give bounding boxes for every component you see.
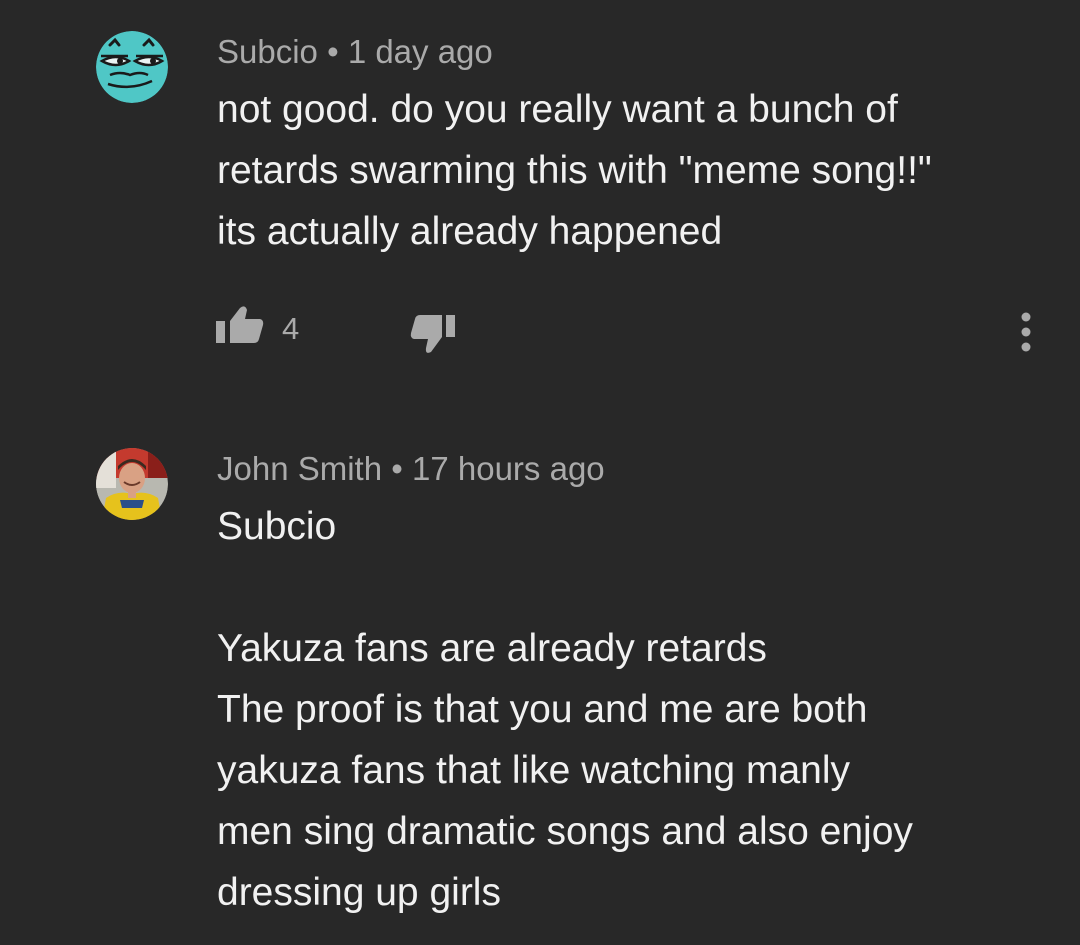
author-name[interactable]: John Smith bbox=[217, 450, 382, 487]
more-options-button[interactable] bbox=[1008, 309, 1044, 355]
cartoon-face-icon bbox=[96, 31, 168, 103]
meta-separator: • bbox=[391, 450, 403, 487]
cartoon-face-avatar[interactable] bbox=[96, 31, 168, 103]
person-photo-icon bbox=[96, 448, 168, 520]
comment-actions: 4 bbox=[0, 305, 1080, 355]
like-button[interactable] bbox=[214, 305, 268, 349]
author-name[interactable]: Subcio bbox=[217, 33, 318, 70]
thumbs-up-icon bbox=[216, 306, 264, 343]
comment-meta: Subcio • 1 day ago bbox=[217, 32, 493, 72]
comment-meta: John Smith • 17 hours ago bbox=[217, 449, 605, 489]
like-count: 4 bbox=[282, 311, 300, 346]
comment-text: Subcio Yakuza fans are already retards T… bbox=[217, 505, 913, 914]
meta-separator: • bbox=[327, 33, 339, 70]
dislike-button[interactable] bbox=[408, 311, 458, 357]
comment-text: not good. do you really want a bunch of … bbox=[217, 88, 932, 253]
photo-avatar[interactable] bbox=[96, 448, 168, 520]
thumbs-down-icon bbox=[410, 315, 455, 353]
comment-timestamp[interactable]: 17 hours ago bbox=[412, 450, 605, 487]
comment-timestamp[interactable]: 1 day ago bbox=[348, 33, 493, 70]
more-vertical-icon bbox=[1021, 312, 1031, 352]
